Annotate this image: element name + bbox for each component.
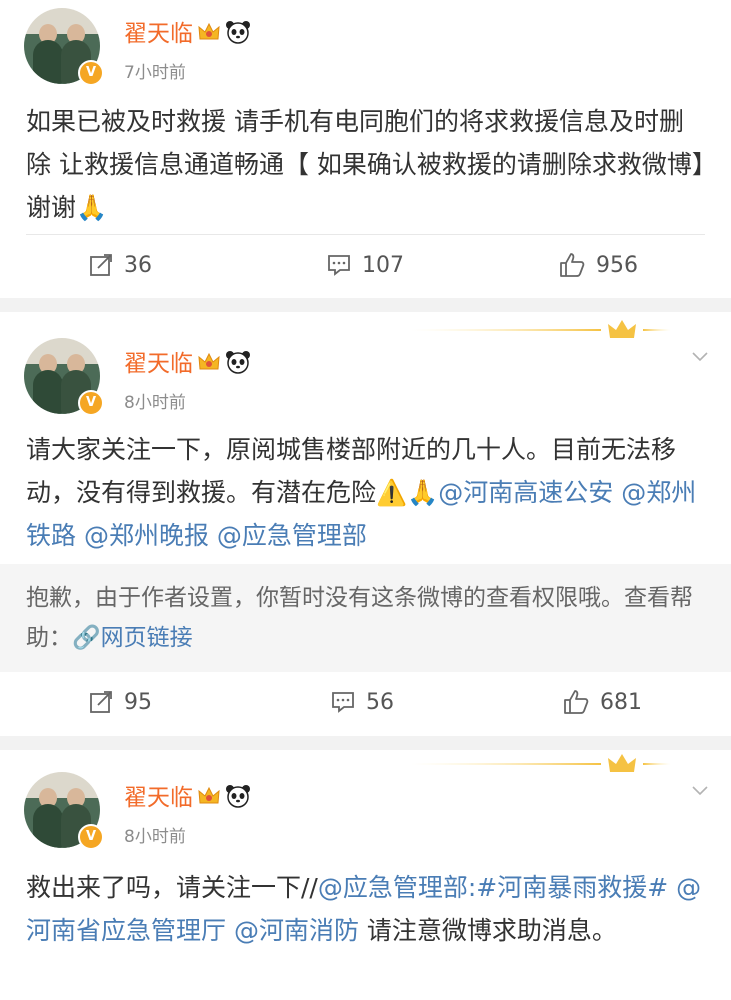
like-count: 956	[596, 252, 638, 278]
like-count: 681	[600, 689, 642, 715]
chevron-down-icon[interactable]	[691, 348, 709, 366]
web-link-label: 网页链接	[100, 625, 193, 651]
comment-icon	[328, 255, 350, 276]
verified-badge-icon: V	[78, 60, 104, 86]
repost-icon	[90, 254, 112, 276]
crown-icon	[197, 21, 221, 49]
post-content: 如果已被及时救援 请手机有电同胞们的将求救援信息及时删除 让救援信息通道畅通【 …	[26, 107, 705, 222]
repost-button[interactable]: 36	[88, 235, 152, 295]
comment-count: 56	[366, 689, 394, 715]
comment-count: 107	[362, 252, 404, 278]
author-name[interactable]: 翟天临	[124, 344, 251, 380]
crown-decoration-icon	[411, 754, 671, 772]
comment-button[interactable]: 56	[330, 672, 394, 732]
section-gap	[0, 298, 731, 312]
crown-icon	[197, 351, 221, 379]
crown-icon	[197, 785, 221, 813]
post-content: 请大家关注一下，原阅城售楼部附近的几十人。目前无法移动，没有得到救援。有潜在危险…	[26, 428, 706, 557]
panda-icon	[225, 20, 251, 50]
like-button[interactable]: 956	[558, 235, 638, 295]
weibo-post-3: V 翟天临 8小时前 救出来了吗，请关注一下//@应急管理部:#河南暴雨救援# …	[0, 750, 731, 1000]
weibo-post-2: V 翟天临 8小时前 请大家关注一下，原阅城售楼部附近的几十人。目前无法移动，没…	[0, 312, 731, 736]
section-gap	[0, 736, 731, 750]
post-time: 8小时前	[124, 393, 186, 413]
repost-count: 36	[124, 252, 152, 278]
weibo-post-1: V 翟天临 7小时前 如果已被及时救援 请手机有电同胞们的将求救援信息及时删除 …	[0, 0, 731, 298]
comment-icon	[332, 692, 354, 713]
action-bar: 95 56 681	[0, 672, 731, 732]
web-link[interactable]: 🔗网页链接	[72, 625, 193, 651]
post-content: 救出来了吗，请关注一下//@应急管理部:#河南暴雨救援# @河南省应急管理厅 @…	[26, 866, 706, 952]
verified-badge-icon: V	[78, 390, 104, 416]
repost-button[interactable]: 95	[88, 672, 152, 732]
post-time: 8小时前	[124, 827, 186, 847]
comment-button[interactable]: 107	[326, 235, 404, 295]
author-name[interactable]: 翟天临	[124, 14, 251, 50]
chevron-down-icon[interactable]	[691, 782, 709, 800]
panda-icon	[225, 350, 251, 380]
repost-count: 95	[124, 689, 152, 715]
verified-badge-icon: V	[78, 824, 104, 850]
repost-icon	[90, 691, 112, 713]
post-text-suffix: 请注意微博求助消息。	[358, 916, 617, 945]
action-bar: 36 107 956	[0, 235, 731, 295]
link-icon: 🔗	[72, 625, 101, 651]
author-name[interactable]: 翟天临	[124, 778, 251, 814]
like-icon	[560, 253, 585, 277]
permission-notice: 抱歉，由于作者设置，你暂时没有这条微博的查看权限哦。查看帮助：🔗网页链接	[0, 564, 731, 672]
post-text: 救出来了吗，请关注一下//	[26, 873, 318, 902]
like-icon	[564, 690, 589, 714]
mention-link-henan[interactable]: @河南	[438, 478, 513, 507]
crown-decoration-icon	[411, 320, 671, 338]
like-button[interactable]: 681	[562, 672, 642, 732]
post-time: 7小时前	[124, 63, 186, 83]
panda-icon	[225, 784, 251, 814]
